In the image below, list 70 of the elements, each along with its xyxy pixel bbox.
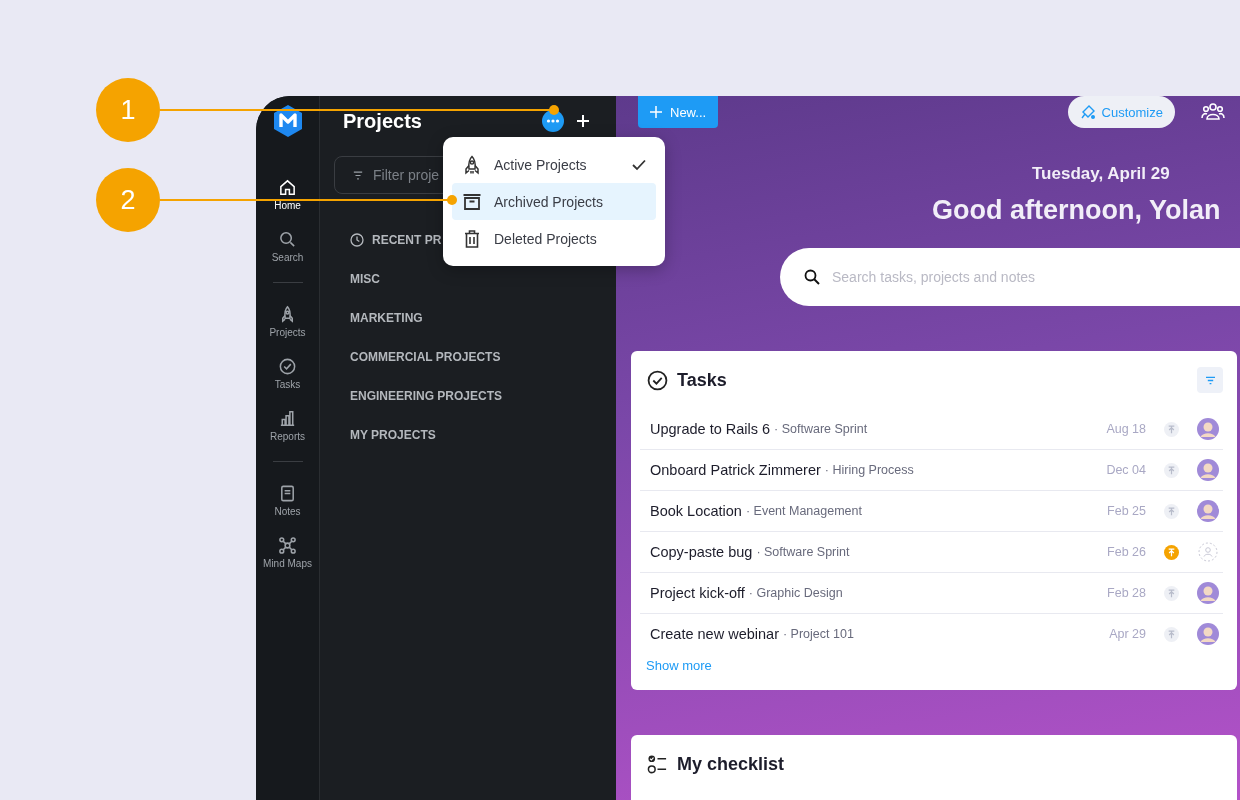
panel-title: Projects xyxy=(343,109,423,133)
check-circle-icon xyxy=(278,357,297,376)
task-name[interactable]: Upgrade to Rails 6 xyxy=(650,421,771,437)
task-date: Feb 25 xyxy=(1107,504,1146,518)
task-name[interactable]: Onboard Patrick Zimmerer xyxy=(650,462,821,478)
rail-item[interactable]: Projects xyxy=(269,305,306,338)
task-project: · Graphic Design xyxy=(748,586,843,600)
filter-icon xyxy=(1204,375,1216,385)
section-label[interactable]: MISC xyxy=(350,271,380,286)
task-date: Dec 04 xyxy=(1106,463,1146,477)
rail-item[interactable]: Mind Maps xyxy=(263,536,312,569)
unassigned-icon[interactable] xyxy=(1197,541,1219,563)
clock-icon xyxy=(350,232,364,247)
search-icon xyxy=(804,269,820,285)
pin-icon[interactable] xyxy=(1164,585,1179,601)
people-icon[interactable] xyxy=(1201,102,1225,122)
plus-icon xyxy=(650,106,662,118)
task-project: · Software Sprint xyxy=(774,422,868,436)
callout-marker: 1 xyxy=(96,78,160,142)
task-date: Aug 18 xyxy=(1106,422,1146,436)
add-icon[interactable] xyxy=(576,114,590,128)
pin-icon[interactable] xyxy=(1164,462,1179,478)
home-icon xyxy=(278,178,297,197)
card-title: My checklist xyxy=(677,753,785,775)
task-date: Apr 29 xyxy=(1109,627,1146,641)
bar-chart-icon xyxy=(278,409,297,428)
filter-button[interactable] xyxy=(1197,367,1223,393)
greeting: Good afternoon, Yolan xyxy=(932,195,1222,226)
mind-map-icon xyxy=(278,536,297,555)
rail-item[interactable]: Notes xyxy=(274,484,301,517)
checklist-icon xyxy=(647,753,668,775)
rail-item[interactable]: Home xyxy=(274,178,301,211)
section-label[interactable]: MY PROJECTS xyxy=(350,427,436,442)
menu-item[interactable]: Deleted Projects xyxy=(452,220,656,257)
search-icon xyxy=(278,230,297,249)
archive-box-icon xyxy=(462,191,482,212)
section-label[interactable]: ENGINEERING PROJECTS xyxy=(350,388,503,403)
rail-item[interactable]: Tasks xyxy=(274,357,301,390)
pin-icon[interactable] xyxy=(1164,544,1179,560)
filter-icon xyxy=(353,170,363,180)
task-name[interactable]: Project kick-off xyxy=(650,585,745,601)
task-project: · Event Management xyxy=(745,504,862,518)
task-name[interactable]: Copy-paste bug xyxy=(650,544,753,560)
callout-marker: 2 xyxy=(96,168,160,232)
logo-icon[interactable] xyxy=(271,104,304,138)
task-project: · Project 101 xyxy=(782,627,854,641)
date-text: Tuesday, April 29 xyxy=(1032,164,1171,184)
section-label[interactable]: MARKETING xyxy=(350,310,423,325)
section-label[interactable]: RECENT PR xyxy=(372,232,442,247)
pin-icon[interactable] xyxy=(1164,503,1179,519)
rocket-icon xyxy=(462,154,482,175)
task-project: · Software Sprint xyxy=(756,545,850,559)
task-name[interactable]: Create new webinar xyxy=(650,626,779,642)
more-icon[interactable] xyxy=(542,110,564,132)
task-project: · Hiring Process xyxy=(824,463,914,477)
pin-icon[interactable] xyxy=(1164,626,1179,642)
pin-icon[interactable] xyxy=(1164,421,1179,437)
paint-brush-icon xyxy=(1079,104,1096,120)
note-icon xyxy=(278,484,297,503)
task-date: Feb 26 xyxy=(1107,545,1146,559)
section-label[interactable]: COMMERCIAL PROJECTS xyxy=(350,349,501,364)
rail-item[interactable]: Reports xyxy=(270,409,305,442)
menu-item[interactable]: Archived Projects xyxy=(452,183,656,220)
rail-item[interactable]: Search xyxy=(271,230,304,263)
card-title: Tasks xyxy=(677,369,727,391)
check-circle-icon xyxy=(647,369,668,391)
task-date: Feb 28 xyxy=(1107,586,1146,600)
menu-item[interactable]: Active Projects xyxy=(452,146,656,183)
trash-icon xyxy=(462,228,482,249)
task-name[interactable]: Book Location xyxy=(650,503,742,519)
